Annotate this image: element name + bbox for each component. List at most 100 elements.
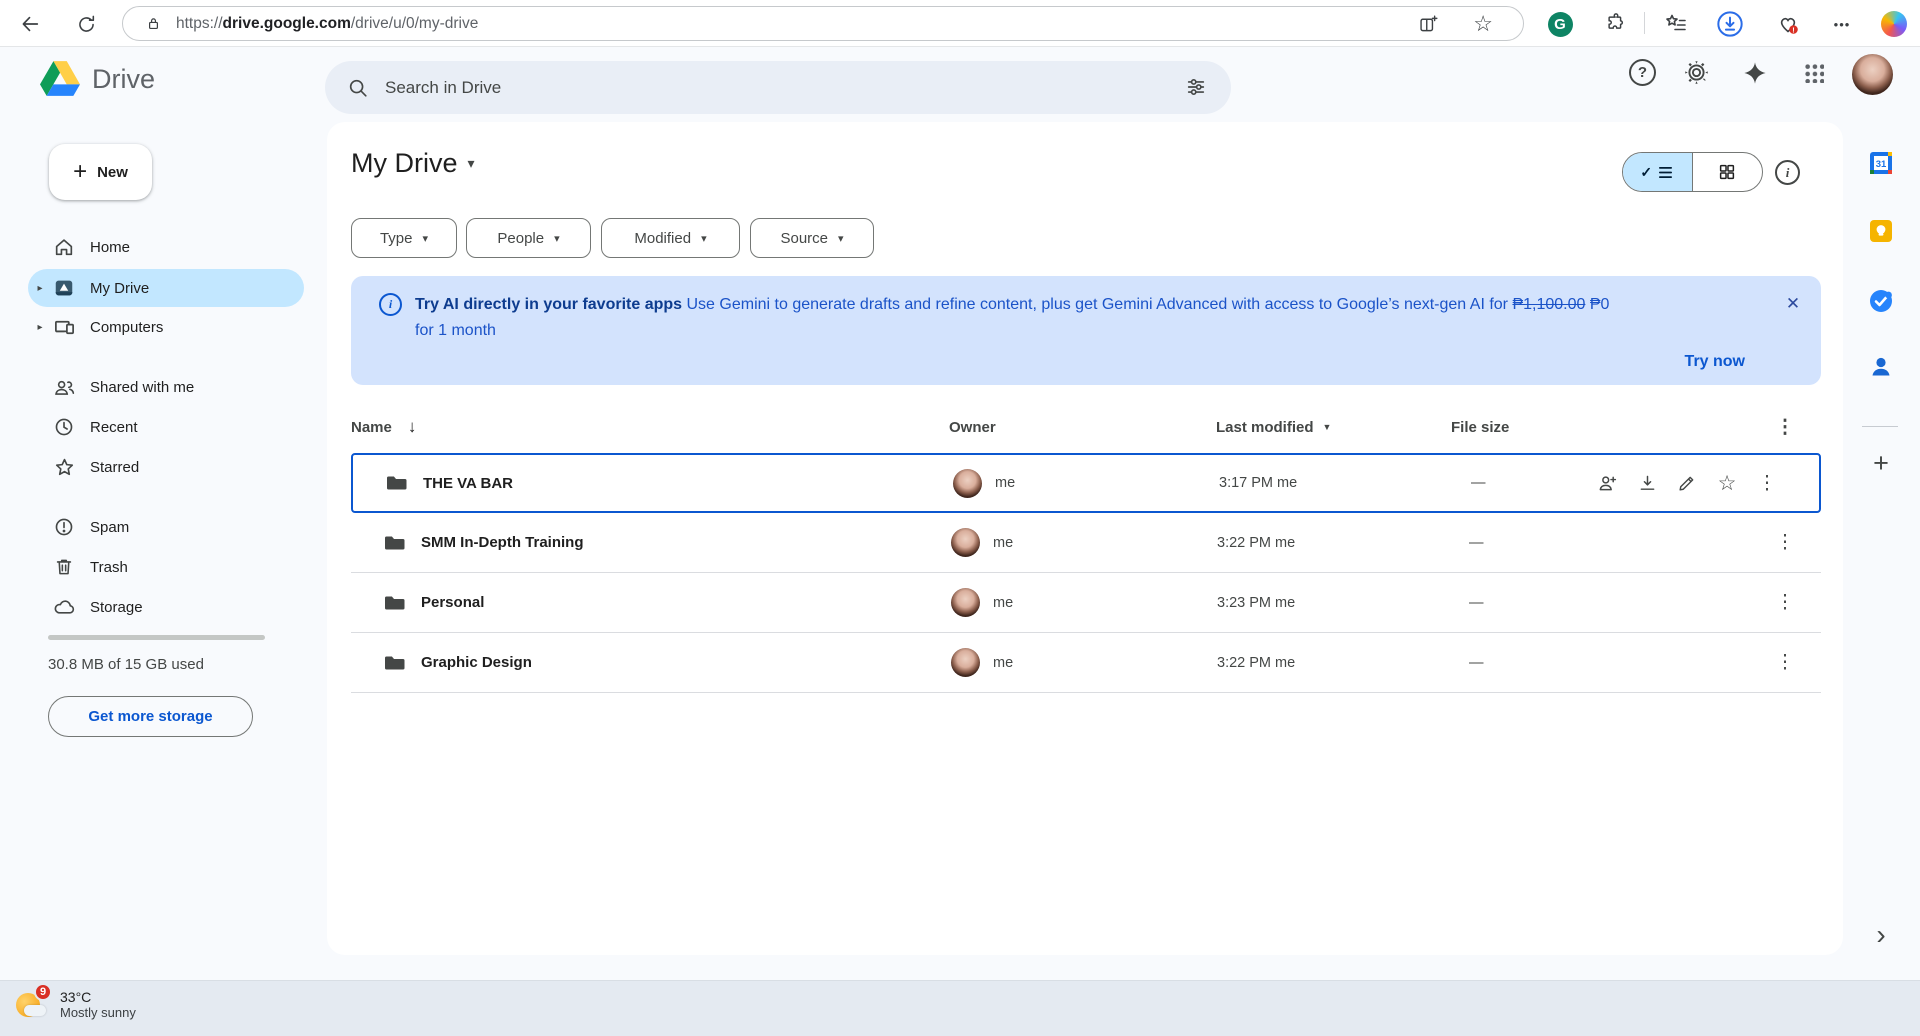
keep-icon[interactable]: [1866, 216, 1896, 246]
expand-caret-icon[interactable]: ▸: [28, 322, 52, 333]
filter-chip-modified[interactable]: Modified ▾: [601, 218, 740, 258]
account-avatar[interactable]: [1852, 54, 1893, 95]
drive-logo[interactable]: Drive: [40, 61, 155, 97]
new-button[interactable]: + New: [49, 144, 152, 200]
share-person-add-icon[interactable]: [1587, 463, 1627, 503]
title-caret-icon: ▾: [467, 155, 475, 171]
google-apps-grid-icon[interactable]: [1804, 63, 1824, 83]
get-add-ons-icon[interactable]: +: [1866, 448, 1896, 478]
sort-direction-icon[interactable]: ↓: [408, 417, 417, 437]
old-price: ₱1,100.00: [1512, 296, 1586, 313]
site-lock-icon[interactable]: [145, 15, 162, 32]
details-info-icon[interactable]: i: [1775, 160, 1800, 185]
browser-essentials-icon[interactable]: !: [1772, 8, 1804, 40]
split-screen-icon[interactable]: [1418, 14, 1439, 35]
row-more-options-icon[interactable]: ⋮: [1747, 463, 1787, 503]
expand-caret-icon[interactable]: ▸: [28, 283, 52, 294]
weather-widget[interactable]: 9 33°C Mostly sunny: [14, 983, 136, 1021]
sidebar-item-spam[interactable]: Spam: [28, 508, 304, 546]
drive-search-bar[interactable]: [325, 61, 1231, 114]
gemini-sparkle-icon[interactable]: [1742, 60, 1768, 86]
copilot-icon[interactable]: [1878, 8, 1910, 40]
sort-desc-icon: ▼: [1322, 422, 1332, 432]
file-row[interactable]: THE VA BAR me 3:17 PM me — ☆ ⋮: [351, 453, 1821, 513]
svg-text:31: 31: [1876, 159, 1887, 170]
folder-icon: [383, 513, 407, 572]
show-side-panel-chevron[interactable]: ›: [1866, 919, 1896, 950]
settings-gear-icon[interactable]: [1683, 59, 1710, 86]
download-icon[interactable]: [1627, 463, 1667, 503]
my-drive-icon: [52, 277, 76, 299]
get-more-storage-button[interactable]: Get more storage: [48, 696, 253, 737]
info-icon: i: [379, 293, 402, 316]
tasks-icon[interactable]: [1866, 286, 1896, 316]
file-row[interactable]: Personal me 3:23 PM me — ⋮: [351, 573, 1821, 633]
owner-avatar: [951, 513, 980, 572]
plus-icon: +: [73, 158, 88, 185]
file-row[interactable]: SMM In-Depth Training me 3:22 PM me — ⋮: [351, 513, 1821, 573]
toolbar-divider: [1644, 12, 1645, 34]
owner-avatar: [951, 573, 980, 632]
favorites-bar-icon[interactable]: [1660, 8, 1692, 40]
column-header-owner[interactable]: Owner: [949, 408, 996, 446]
sidebar-item-starred[interactable]: Starred: [28, 448, 304, 486]
computers-icon: [52, 316, 76, 339]
spam-icon: [52, 516, 76, 538]
sidebar-item-trash[interactable]: Trash: [28, 548, 304, 586]
help-icon[interactable]: ?: [1629, 59, 1656, 86]
weather-temp: 33°C: [60, 988, 92, 1005]
column-header-modified[interactable]: Last modified ▼: [1216, 408, 1331, 446]
rename-pencil-icon[interactable]: [1667, 463, 1707, 503]
try-now-link[interactable]: Try now: [1685, 353, 1745, 371]
extensions-puzzle-icon[interactable]: [1600, 8, 1632, 40]
favorite-star-icon[interactable]: ☆: [1473, 11, 1493, 37]
sidebar-item-shared-with-me[interactable]: Shared with me: [28, 368, 304, 406]
column-header-size[interactable]: File size: [1451, 408, 1509, 446]
row-more-options-icon[interactable]: ⋮: [1765, 633, 1805, 692]
refresh-button[interactable]: [70, 8, 102, 40]
calendar-icon[interactable]: 31: [1866, 148, 1896, 178]
address-bar[interactable]: https://drive.google.com/drive/u/0/my-dr…: [122, 6, 1524, 41]
file-row[interactable]: Graphic Design me 3:22 PM me — ⋮: [351, 633, 1821, 693]
search-icon[interactable]: [347, 77, 369, 99]
browser-menu-icon[interactable]: •••: [1826, 8, 1858, 40]
advanced-search-icon[interactable]: [1185, 76, 1207, 98]
sidebar-item-computers[interactable]: ▸ Computers: [28, 308, 304, 346]
sidebar-item-storage[interactable]: Storage: [28, 588, 304, 626]
filter-chip-people[interactable]: People ▾: [466, 218, 591, 258]
banner-text: Try AI directly in your favorite apps Us…: [415, 296, 1610, 339]
storage-usage-text: 30.8 MB of 15 GB used: [48, 656, 204, 673]
column-header-name[interactable]: Name ↓: [351, 408, 416, 446]
svg-text:!: !: [1792, 25, 1795, 34]
row-more-options-icon[interactable]: ⋮: [1765, 513, 1805, 572]
sidebar-item-recent[interactable]: Recent: [28, 408, 304, 446]
page-title[interactable]: My Drive ▾: [351, 148, 475, 179]
downloads-button[interactable]: [1714, 8, 1746, 40]
banner-close-icon[interactable]: ✕: [1777, 288, 1809, 320]
folder-icon: [385, 455, 409, 511]
folder-icon: [383, 633, 407, 692]
row-more-options-icon[interactable]: ⋮: [1765, 573, 1805, 632]
list-view-icon: [1659, 166, 1673, 178]
table-more-options-icon[interactable]: ⋮: [1775, 408, 1795, 446]
search-input[interactable]: [385, 77, 1145, 98]
owner-avatar: [951, 633, 980, 692]
grammarly-extension-icon[interactable]: G: [1544, 8, 1576, 40]
caret-down-icon: ▾: [838, 232, 844, 245]
contacts-icon[interactable]: [1866, 352, 1896, 382]
filter-chip-source[interactable]: Source ▾: [750, 218, 874, 258]
weather-condition: Mostly sunny: [60, 1004, 136, 1020]
side-panel-divider: [1862, 426, 1898, 427]
sidebar-item-home[interactable]: Home: [28, 228, 304, 266]
download-icon: [1717, 11, 1743, 37]
back-icon: [22, 16, 39, 32]
grid-view-button[interactable]: [1693, 153, 1763, 191]
star-icon[interactable]: ☆: [1707, 463, 1747, 503]
back-button[interactable]: [14, 8, 46, 40]
caret-down-icon: ▾: [701, 232, 707, 245]
shared-people-icon: [52, 376, 76, 399]
sidebar-item-my-drive[interactable]: ▸ My Drive: [28, 269, 304, 307]
filter-chip-type[interactable]: Type ▾: [351, 218, 457, 258]
list-view-button[interactable]: ✓: [1623, 153, 1693, 191]
drive-content-card: My Drive ▾ ✓ i Type ▾ People ▾ Modified ▾ S…: [327, 122, 1843, 955]
